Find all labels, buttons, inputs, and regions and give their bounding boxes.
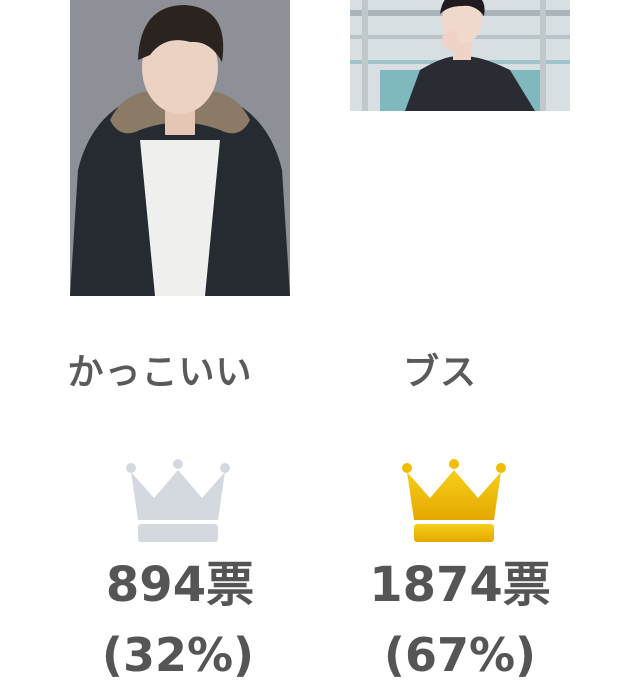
gold-crown-icon: [400, 456, 508, 550]
vote-percent: (67%): [383, 628, 537, 682]
vote-count: 1874票: [369, 557, 551, 613]
option-label: ブス: [402, 352, 477, 393]
option-2-photo[interactable]: [350, 0, 570, 111]
person-photo-image: [70, 0, 290, 296]
vote-count: 894票: [105, 557, 255, 613]
option-label: かっこいい: [67, 352, 253, 393]
vote-option-2[interactable]: ブス 1874票 (67%): [320, 0, 640, 682]
option-1-photo[interactable]: [70, 0, 290, 296]
person-photo-image: [350, 0, 570, 111]
vote-option-1[interactable]: かっこいい 894票 (32%): [0, 0, 320, 682]
silver-crown-icon: [124, 456, 232, 550]
vote-percent: (32%): [101, 628, 255, 682]
